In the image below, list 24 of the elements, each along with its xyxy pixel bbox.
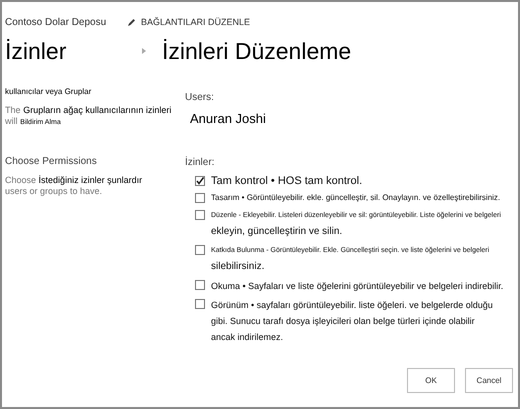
edit-links-link[interactable]: BAĞLANTILARI DÜZENLE: [127, 16, 250, 30]
site-title[interactable]: Contoso Dolar Deposu: [5, 15, 127, 30]
permission-label: Tam kontrol • HOS tam kontrol.: [211, 174, 362, 188]
breadcrumb-arrow-icon: [142, 48, 146, 54]
users-label: Users:: [185, 91, 215, 105]
permission-label: Görünüm • sayfaları görüntüleyebilir. liste öğeleri. ve belgelerde olduğu gibi. Sunucu tarafı dosya işleyicileri olan belge türleri içinde olabilir ancak indirilemez.: [211, 298, 493, 344]
checkbox[interactable]: [195, 176, 205, 186]
permission-label: Okuma • Sayfaları ve liste öğelerini görüntüleyebilir ve belgeleri indirebilir.: [211, 280, 504, 293]
checkbox[interactable]: [195, 244, 205, 254]
checkbox[interactable]: [195, 192, 205, 202]
section-description: Choose İstediğiniz izinler şunlardır users or groups to have.: [5, 175, 144, 197]
permission-label: Tasarım • Görüntüleyebilir. ekle. güncelleştir, sil. Onaylayın. ve özelleştirebilirsiniz.: [211, 192, 500, 204]
pencil-icon: [127, 18, 136, 27]
ok-button[interactable]: OK: [407, 368, 455, 393]
cancel-button[interactable]: Cancel: [465, 368, 513, 393]
breadcrumb-link[interactable]: İzinler: [5, 34, 142, 68]
checkbox[interactable]: [195, 210, 205, 220]
page-title: İzinleri Düzenleme: [162, 36, 352, 66]
permissions-label: İzinler:: [185, 155, 216, 170]
checkbox[interactable]: [195, 298, 205, 308]
section-heading: kullanıcılar veya Gruplar: [5, 86, 92, 98]
section-heading: Choose Permissions: [5, 155, 98, 169]
checkbox[interactable]: [195, 280, 205, 290]
user-name: Anuran Joshi: [190, 110, 267, 128]
